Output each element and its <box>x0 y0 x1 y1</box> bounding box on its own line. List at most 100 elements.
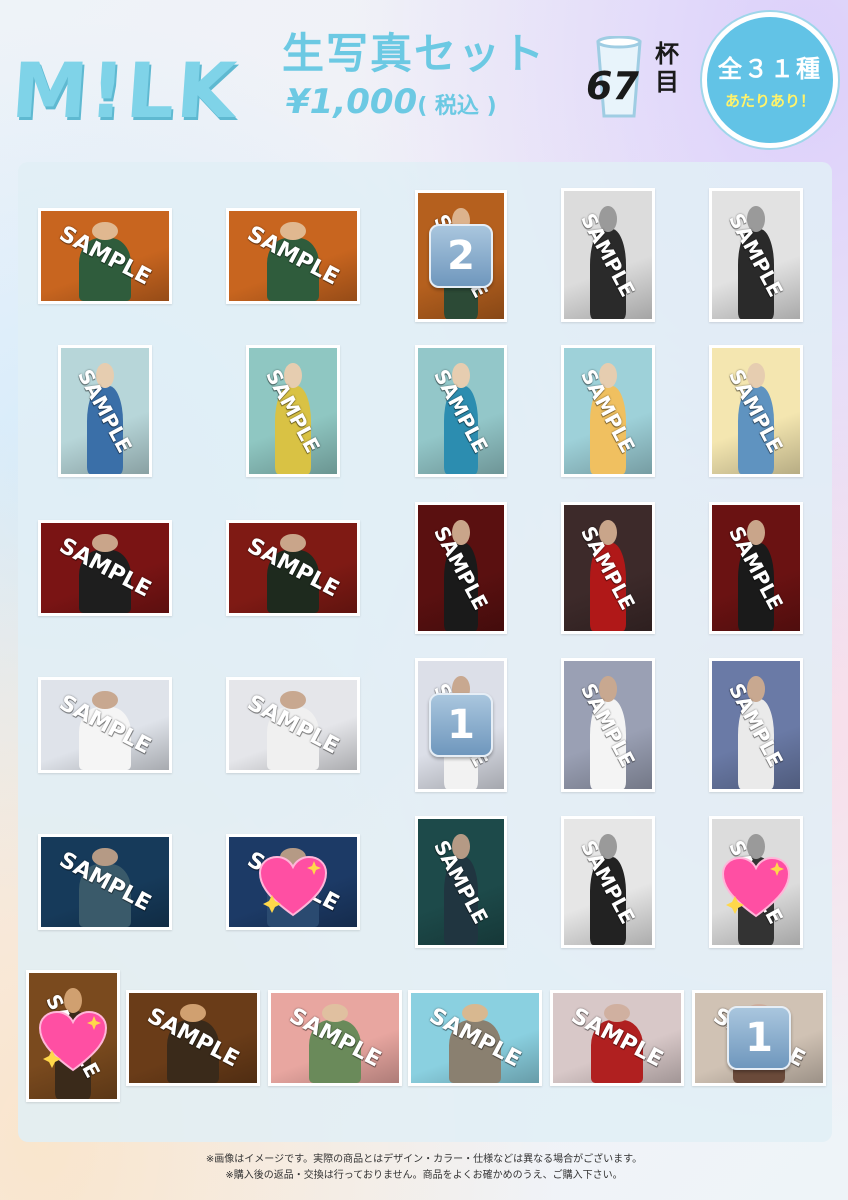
photo-image: SAMPLE <box>29 973 117 1099</box>
person-head <box>452 363 470 389</box>
person-figure <box>738 385 774 474</box>
photo-image: SAMPLE <box>418 505 504 631</box>
photo-image: SAMPLE <box>129 993 257 1083</box>
photo-card: SAMPLE <box>709 816 803 948</box>
photo-card: SAMPLE <box>226 520 360 616</box>
photo-image: SAMPLE <box>564 191 652 319</box>
photo-image: SAMPLE <box>418 348 504 474</box>
photo-image: SAMPLE <box>271 993 399 1083</box>
photo-card: SAMPLE <box>415 502 507 634</box>
photo-card: SAMPLE <box>38 208 172 304</box>
person-head <box>747 676 765 702</box>
photo-image: SAMPLE1 <box>695 993 823 1083</box>
photo-image: SAMPLE <box>229 523 357 613</box>
person-figure <box>79 238 131 301</box>
person-head <box>322 1003 348 1022</box>
number-badge: 1 <box>727 1006 791 1070</box>
person-head <box>92 533 118 552</box>
disclaimer-line-2: ※購入後の返品・交換は行っておりません。商品をよくお確かめのうえ、ご購入下さい。 <box>225 1170 623 1181</box>
number-badge: 2 <box>429 224 493 288</box>
photo-card: SAMPLE <box>38 677 172 773</box>
person-head <box>280 221 306 240</box>
person-head <box>599 363 617 389</box>
person-figure <box>167 1020 219 1083</box>
photo-image: SAMPLE <box>229 680 357 770</box>
person-head <box>92 221 118 240</box>
photo-image: SAMPLE1 <box>418 661 504 789</box>
sparkling-heart-icon <box>258 855 328 916</box>
disclaimer-line-1: ※画像はイメージです。実際の商品とはデザイン・カラー・仕様などは異なる場合がござ… <box>205 1154 643 1165</box>
photo-image: SAMPLE <box>712 505 800 631</box>
photo-card: SAMPLE <box>226 677 360 773</box>
person-figure <box>590 542 626 631</box>
photo-card: SAMPLE <box>408 990 542 1086</box>
disclaimer: ※画像はイメージです。実際の商品とはデザイン・カラー・仕様などは異なる場合がござ… <box>0 1152 848 1184</box>
photo-image: SAMPLE <box>41 680 169 770</box>
person-figure <box>267 238 319 301</box>
price-tax-note: ( 税込 ) <box>417 94 497 119</box>
cup-label: 杯目 <box>655 40 679 96</box>
photo-card: SAMPLE <box>246 345 340 477</box>
photo-card: SAMPLE1 <box>415 658 507 792</box>
photo-image: SAMPLE <box>712 191 800 319</box>
person-figure <box>443 542 479 631</box>
person-figure <box>443 385 479 474</box>
person-head <box>747 363 765 389</box>
photo-card: SAMPLE <box>268 990 402 1086</box>
photo-card: SAMPLE <box>561 816 655 948</box>
person-head <box>96 363 114 389</box>
photo-card: SAMPLE <box>38 834 172 930</box>
photo-card: SAMPLE <box>561 345 655 477</box>
photo-card: SAMPLE <box>561 658 655 792</box>
person-figure <box>590 229 626 319</box>
photo-card: SAMPLE <box>709 502 803 634</box>
photo-card: SAMPLE <box>415 345 507 477</box>
variety-badge: 全３１種 あたりあり！ <box>702 12 838 148</box>
person-head <box>599 520 617 546</box>
person-figure <box>590 385 626 474</box>
person-figure <box>590 856 626 945</box>
photo-card: SAMPLE <box>415 816 507 948</box>
photo-card: SAMPLE <box>709 188 803 322</box>
photo-image: SAMPLE <box>564 505 652 631</box>
product-title: 生写真セット <box>282 29 547 78</box>
photo-card: SAMPLE2 <box>415 190 507 322</box>
photo-image: SAMPLE <box>418 819 504 945</box>
variety-count: 全３１種 <box>718 55 822 83</box>
person-head <box>604 1003 630 1022</box>
person-head <box>452 834 470 860</box>
person-head <box>284 363 302 389</box>
photo-card: SAMPLE <box>709 658 803 792</box>
photo-image: SAMPLE <box>553 993 681 1083</box>
photo-card: SAMPLE1 <box>692 990 826 1086</box>
person-head <box>92 690 118 709</box>
product-price: ¥1,000( 税込 ) <box>286 82 497 122</box>
person-figure <box>267 707 319 770</box>
person-figure <box>738 699 774 789</box>
photo-image: SAMPLE <box>411 993 539 1083</box>
photo-card: SAMPLE <box>550 990 684 1086</box>
sparkling-heart-icon <box>721 857 791 918</box>
photo-card: SAMPLE <box>561 502 655 634</box>
person-figure <box>738 542 774 631</box>
person-figure <box>738 229 774 319</box>
person-head <box>462 1003 488 1022</box>
person-figure <box>449 1020 501 1083</box>
person-head <box>747 206 765 232</box>
person-head <box>599 206 617 232</box>
photo-image: SAMPLE <box>712 348 800 474</box>
person-head <box>280 533 306 552</box>
brand-logo: M!LK <box>8 46 241 135</box>
photo-card: SAMPLE <box>561 188 655 322</box>
price-amount: ¥1,000 <box>286 82 418 122</box>
photo-image: SAMPLE <box>712 819 800 945</box>
photo-card: SAMPLE <box>26 970 120 1102</box>
photo-image: SAMPLE <box>61 348 149 474</box>
person-head <box>599 676 617 702</box>
photo-image: SAMPLE <box>564 348 652 474</box>
photo-image: SAMPLE <box>564 661 652 789</box>
person-figure <box>309 1020 361 1083</box>
person-head <box>599 834 617 860</box>
photo-image: SAMPLE <box>41 211 169 301</box>
person-figure <box>591 1020 643 1083</box>
